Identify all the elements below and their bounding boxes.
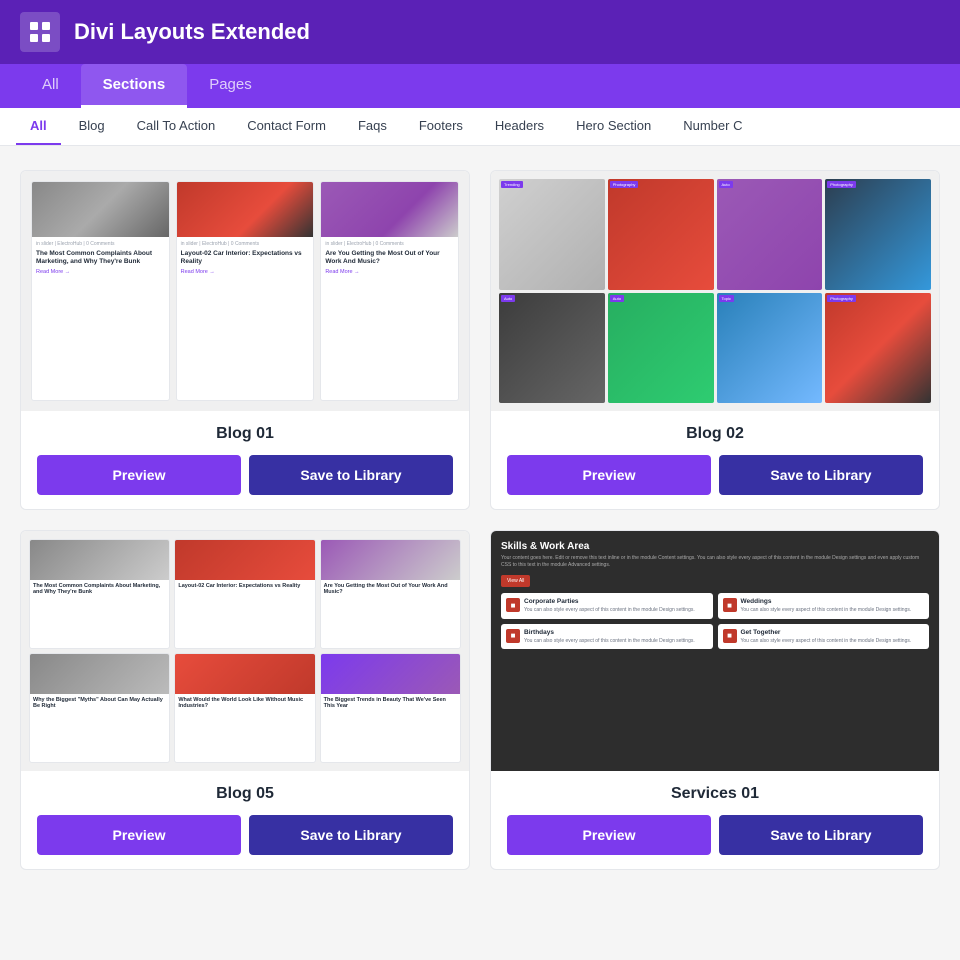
card-blog02-name: Blog 02 [507, 425, 923, 443]
blog05-preview-button[interactable]: Preview [37, 815, 241, 855]
card-blog01: in slider | ElectroHub | 0 Comments The … [20, 170, 470, 510]
blog01-save-button[interactable]: Save to Library [249, 455, 453, 495]
blog02-item-6: Auto [608, 293, 714, 404]
blog05-article-6: The Biggest Trends in Beauty That We've … [320, 653, 461, 763]
filter-bar: All Blog Call To Action Contact Form Faq… [0, 108, 960, 146]
blog05-save-button[interactable]: Save to Library [249, 815, 453, 855]
services01-icon-4: ■ [723, 629, 737, 643]
blog02-item-7: Topic [717, 293, 823, 404]
blog02-item-1: Trending [499, 179, 605, 290]
tab-sections[interactable]: Sections [81, 64, 188, 108]
filter-faqs[interactable]: Faqs [344, 108, 401, 145]
card-services01-footer: Services 01 Preview Save to Library [491, 771, 939, 869]
blog02-item-3: Auto [717, 179, 823, 290]
app-logo-icon [20, 12, 60, 52]
card-blog01-actions: Preview Save to Library [37, 455, 453, 495]
blog02-layout: Trending Photography Auto Photography Au… [491, 171, 939, 411]
card-blog02-actions: Preview Save to Library [507, 455, 923, 495]
blog01-article-3: in slider | ElectroHub | 0 Comments Are … [320, 181, 459, 401]
blog01-article-2: in slider | ElectroHub | 0 Comments Layo… [176, 181, 315, 401]
tab-all[interactable]: All [20, 64, 81, 108]
services01-card-1: ■ Corporate Parties You can also style e… [501, 593, 713, 619]
blog01-img-3 [321, 182, 458, 237]
card-blog05-preview: The Most Common Complaints About Marketi… [21, 531, 469, 771]
blog01-layout: in slider | ElectroHub | 0 Comments The … [21, 171, 469, 411]
card-blog01-preview: in slider | ElectroHub | 0 Comments The … [21, 171, 469, 411]
app-title: Divi Layouts Extended [74, 19, 310, 45]
services01-icon-1: ■ [506, 598, 520, 612]
services01-card-4: ■ Get Together You can also style every … [718, 624, 930, 650]
filter-all[interactable]: All [16, 108, 61, 145]
card-services01: Skills & Work Area Your content goes her… [490, 530, 940, 870]
filter-blog[interactable]: Blog [65, 108, 119, 145]
services01-cards-grid: ■ Corporate Parties You can also style e… [501, 593, 929, 649]
blog01-article-1: in slider | ElectroHub | 0 Comments The … [31, 181, 170, 401]
blog02-preview-button[interactable]: Preview [507, 455, 711, 495]
blog01-img-1 [32, 182, 169, 237]
blog02-item-5: Auto [499, 293, 605, 404]
blog01-preview-button[interactable]: Preview [37, 455, 241, 495]
blog05-article-1: The Most Common Complaints About Marketi… [29, 539, 170, 649]
services01-icon-3: ■ [506, 629, 520, 643]
blog05-article-2: Layout-02 Car Interior: Expectations vs … [174, 539, 315, 649]
card-blog05-actions: Preview Save to Library [37, 815, 453, 855]
blog05-article-4: Why the Biggest "Myths" About Can May Ac… [29, 653, 170, 763]
card-services01-preview: Skills & Work Area Your content goes her… [491, 531, 939, 771]
services01-card-3: ■ Birthdays You can also style every asp… [501, 624, 713, 650]
services01-save-button[interactable]: Save to Library [719, 815, 923, 855]
card-blog05-name: Blog 05 [37, 785, 453, 803]
filter-contact[interactable]: Contact Form [233, 108, 340, 145]
filter-footers[interactable]: Footers [405, 108, 477, 145]
blog02-save-button[interactable]: Save to Library [719, 455, 923, 495]
app-header: Divi Layouts Extended [0, 0, 960, 64]
filter-cta[interactable]: Call To Action [123, 108, 230, 145]
card-services01-actions: Preview Save to Library [507, 815, 923, 855]
card-blog01-name: Blog 01 [37, 425, 453, 443]
nav-tabs: All Sections Pages [0, 64, 960, 108]
blog05-article-3: Are You Getting the Most Out of Your Wor… [320, 539, 461, 649]
blog02-item-2: Photography [608, 179, 714, 290]
card-blog05: The Most Common Complaints About Marketi… [20, 530, 470, 870]
blog02-item-4: Photography [825, 179, 931, 290]
services01-title: Skills & Work Area [501, 541, 929, 552]
card-blog02: Trending Photography Auto Photography Au… [490, 170, 940, 510]
filter-hero[interactable]: Hero Section [562, 108, 665, 145]
card-blog01-footer: Blog 01 Preview Save to Library [21, 411, 469, 509]
cards-grid: in slider | ElectroHub | 0 Comments The … [0, 146, 960, 894]
card-blog02-preview: Trending Photography Auto Photography Au… [491, 171, 939, 411]
services01-layout: Skills & Work Area Your content goes her… [491, 531, 939, 771]
services01-preview-button[interactable]: Preview [507, 815, 711, 855]
services01-desc: Your content goes here. Edit or remove t… [501, 555, 929, 569]
tab-pages[interactable]: Pages [187, 64, 274, 108]
card-services01-name: Services 01 [507, 785, 923, 803]
card-blog05-footer: Blog 05 Preview Save to Library [21, 771, 469, 869]
card-blog02-footer: Blog 02 Preview Save to Library [491, 411, 939, 509]
services01-icon-2: ■ [723, 598, 737, 612]
services01-card-2: ■ Weddings You can also style every aspe… [718, 593, 930, 619]
services01-viewall: View All [501, 575, 530, 587]
filter-headers[interactable]: Headers [481, 108, 558, 145]
blog01-img-2 [177, 182, 314, 237]
blog02-item-8: Photography [825, 293, 931, 404]
filter-number[interactable]: Number C [669, 108, 756, 145]
blog05-layout: The Most Common Complaints About Marketi… [21, 531, 469, 771]
blog05-article-5: What Would the World Look Like Without M… [174, 653, 315, 763]
